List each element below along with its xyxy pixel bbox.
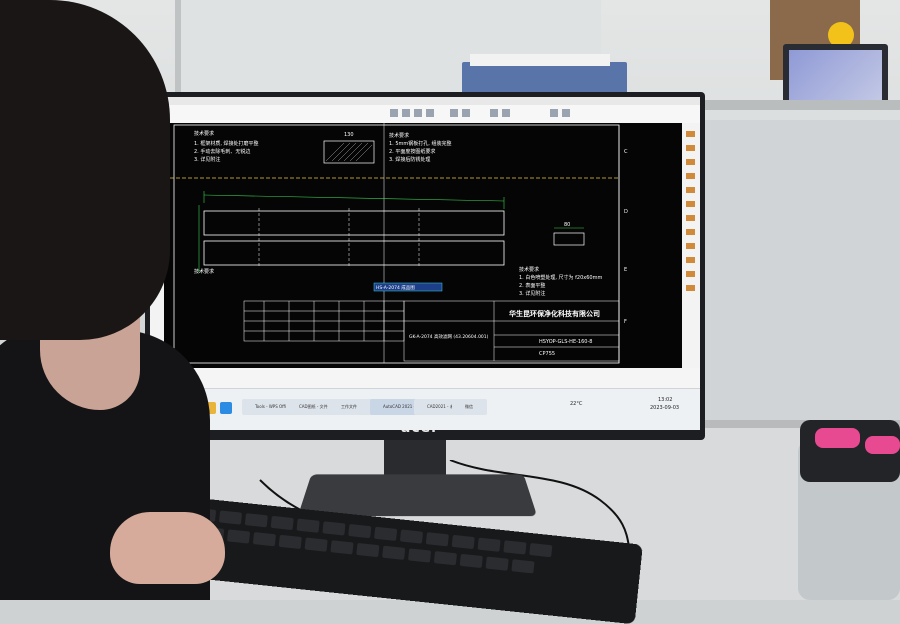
part-dimension-lines [198,191,505,273]
top-note-3: 3. 详见附注 [194,156,220,163]
partition-glass [700,120,900,420]
dimension-label-part: 80 [564,222,570,228]
person-hand [110,512,225,584]
browser-icon[interactable] [220,402,232,414]
monitor-screen: 130 技术要求 1. 框架材质, 焊接处打磨平整 2. 手动去除毛刺、无锐边 … [150,97,700,430]
right-note-2: 2. 平面度按图纸要求 [389,148,435,155]
lower-note-3: 3. 详见附注 [519,290,545,297]
long-part-outline [203,210,505,266]
cad-status-bar [150,368,700,388]
taskbar-app-wechat[interactable]: 微信 [452,399,487,415]
monitor-stand [297,474,538,517]
person-hair [0,0,170,340]
cad-right-toolbar[interactable] [682,123,700,368]
right-tool-icons [686,131,695,291]
bom-table [243,300,405,342]
bottle-cap-accent [815,428,860,448]
part-number-tag: HS-A-2074 成品图 [376,284,415,291]
top-note-1: 1. 框架材质, 焊接处打磨平整 [194,140,259,147]
ribbon-icons [390,109,570,117]
tech-req-title-lower: 技术要求 [519,266,539,273]
weather-label[interactable]: 22°C [570,401,582,407]
company-name: 华生昆环保净化科技有限公司 [509,309,600,318]
lower-note-1: 1. 白色喷塑处理, 尺寸为 f20x60mm [519,274,602,281]
tech-req-title-right: 技术要求 [389,132,409,139]
tech-req-title-top: 技术要求 [194,130,214,137]
cad-title-bar [150,97,700,105]
right-note-3: 3. 焊接后防锈处理 [389,156,430,163]
border-letter-f: F [624,319,627,325]
top-note-2: 2. 手动去除毛刺、无锐边 [194,148,250,155]
border-letter-d: D [624,209,628,215]
drawing-ref: GK-A-2074 高效滤网 (43.20604.001) [409,333,489,340]
dimension-label-small: 130 [344,132,354,138]
clock-date[interactable]: 2023-09-03 [650,405,679,411]
border-letter-c: C [624,149,628,155]
small-part-outline [553,232,585,246]
right-note-1: 1. 5mm钢板打孔, 组装完整 [389,140,451,147]
tech-req-title-left: 技术要求 [194,268,214,275]
bottle-cap-accent-2 [865,436,900,454]
blue-binders [462,62,627,96]
clock-time[interactable]: 13:02 [658,397,672,403]
lower-note-2: 2. 表面平整 [519,282,545,289]
border-letter-e: E [624,267,627,273]
drawing-code: HSYOP-GLS-HE-160-8 [539,339,592,345]
cad-ribbon-toolbar[interactable] [150,105,700,124]
cad-drawing-canvas[interactable]: 130 技术要求 1. 框架材质, 焊接处打磨平整 2. 手动去除毛刺、无锐边 … [164,123,682,368]
paper-stack [470,54,610,66]
material-code: CP755 [539,351,555,357]
